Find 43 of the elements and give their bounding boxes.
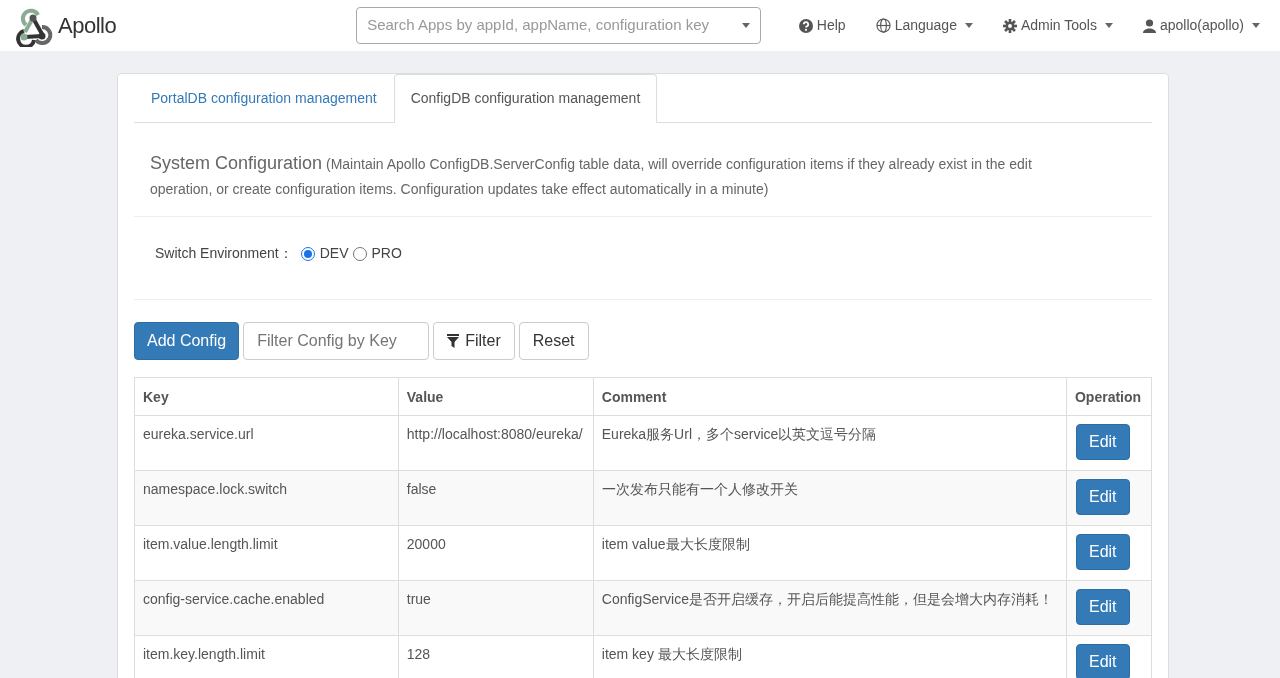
section-heading: System Configuration (Maintain Apollo ConfigDB.ServerConfig table data, will override configuration items if they already exist in the edit operation, or create configuration items. Configuration updates take effect automatically in a minute) bbox=[150, 152, 1033, 199]
table-cell: true bbox=[398, 580, 594, 636]
column-header: Comment bbox=[593, 377, 1067, 416]
filter-button[interactable]: Filter bbox=[433, 322, 515, 360]
nav-link[interactable]: Language bbox=[875, 15, 973, 36]
globe-icon bbox=[875, 18, 891, 33]
table-cell: namespace.lock.switch bbox=[134, 470, 399, 526]
brand-name: Apollo bbox=[58, 12, 117, 40]
field-label: Switch Environment： bbox=[155, 244, 293, 263]
table-cell: config-service.cache.enabled bbox=[134, 580, 399, 636]
edit-button[interactable]: Edit bbox=[1076, 424, 1130, 460]
nav-link[interactable]: Help bbox=[798, 15, 846, 36]
tab[interactable]: ConfigDB configuration management bbox=[393, 74, 658, 123]
radio-label[interactable]: DEV bbox=[319, 243, 349, 264]
radio-label[interactable]: PRO bbox=[371, 243, 402, 264]
help-icon bbox=[798, 18, 813, 33]
edit-button[interactable]: Edit bbox=[1076, 534, 1130, 570]
add-config-button[interactable]: Add Config bbox=[134, 322, 240, 360]
caret-icon bbox=[742, 23, 751, 28]
column-header: Value bbox=[398, 377, 594, 416]
table-cell: ConfigService是否开启缓存，开启后能提高性能，但是会增大内存消耗！ bbox=[593, 580, 1067, 636]
edit-button[interactable]: Edit bbox=[1076, 644, 1130, 678]
nav-link[interactable]: apollo(apollo) bbox=[1142, 15, 1260, 36]
user-icon bbox=[1142, 18, 1156, 33]
tab[interactable]: PortalDB configuration management bbox=[134, 74, 394, 122]
edit-button[interactable]: Edit bbox=[1076, 479, 1130, 515]
column-header: Key bbox=[134, 377, 399, 416]
filter-field[interactable]: Filter Config by Key bbox=[243, 322, 430, 360]
table-cell: eureka.service.url bbox=[134, 415, 399, 471]
table-cell: item.key.length.limit bbox=[134, 635, 399, 678]
table-cell: item value最大长度限制 bbox=[593, 525, 1067, 581]
funnel-icon bbox=[447, 334, 460, 348]
table-cell: false bbox=[398, 470, 594, 526]
table-cell: 一次发布只能有一个人修改开关 bbox=[593, 470, 1067, 526]
table-cell: Eureka服务Url，多个service以英文逗号分隔 bbox=[593, 415, 1067, 471]
reset-button[interactable]: Reset bbox=[518, 322, 589, 360]
nav-link[interactable]: Admin Tools bbox=[1002, 15, 1113, 36]
edit-button[interactable]: Edit bbox=[1076, 589, 1130, 625]
table-cell: item.value.length.limit bbox=[134, 525, 399, 581]
table-cell: 20000 bbox=[398, 525, 594, 581]
table-cell: http://localhost:8080/eureka/ bbox=[398, 415, 594, 471]
settings-icon bbox=[1002, 18, 1017, 33]
column-header: Operation bbox=[1066, 377, 1152, 416]
